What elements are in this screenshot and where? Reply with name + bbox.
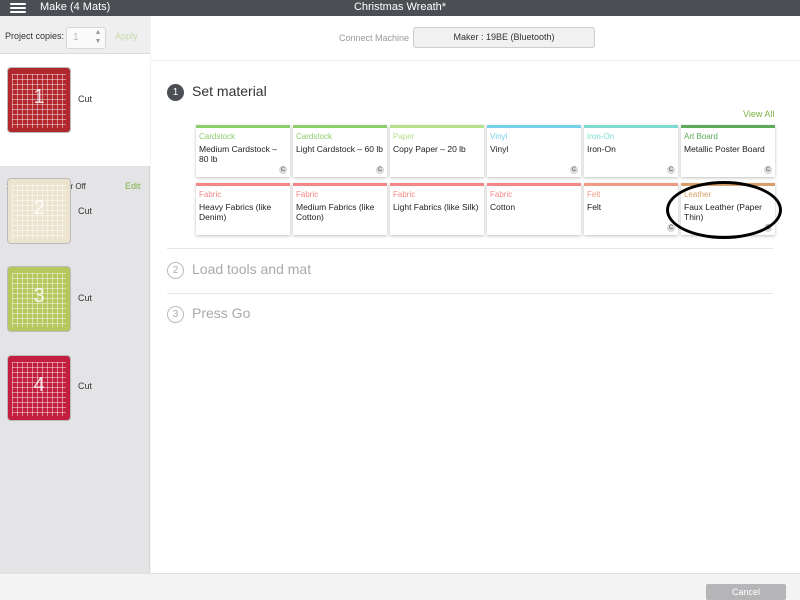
- material-name: Vinyl: [490, 144, 509, 154]
- material-tile[interactable]: Art Board Metallic Poster Board C: [681, 125, 775, 177]
- material-tile[interactable]: Iron-On Iron-On C: [584, 125, 678, 177]
- material-name: Copy Paper – 20 lb: [393, 144, 466, 154]
- stepper-down-icon[interactable]: ▼: [93, 37, 103, 46]
- mat-thumbnail-1[interactable]: 1: [8, 68, 70, 132]
- material-category: Leather: [684, 190, 712, 199]
- material-name: Faux Leather (Paper Thin): [684, 202, 762, 222]
- material-category: Art Board: [684, 132, 718, 141]
- main-panel: Connect Machine Maker : 19BE (Bluetooth)…: [151, 16, 800, 573]
- mat-thumbnail-4[interactable]: 4: [8, 356, 70, 420]
- material-category: Fabric: [296, 190, 319, 199]
- mat-cut-label: Cut: [78, 206, 93, 216]
- material-tile[interactable]: Fabric Cotton: [487, 183, 581, 235]
- mat-sidebar: Project copies: 1 ▲ ▼ Apply 1 Cut 12 x 1…: [0, 16, 150, 573]
- mat-cut-label: Cut: [78, 381, 93, 391]
- material-name: Felt: [587, 202, 602, 212]
- bottom-bar: Cancel: [0, 573, 800, 600]
- top-bar: Make (4 Mats) Christmas Wreath*: [0, 0, 800, 16]
- divider: [167, 248, 773, 249]
- project-title: Christmas Wreath*: [353, 1, 447, 13]
- view-all-materials-link[interactable]: View All: [743, 109, 774, 119]
- mat-cut-label: Cut: [78, 94, 93, 104]
- machine-select-button[interactable]: Maker : 19BE (Bluetooth): [413, 27, 595, 48]
- material-tile[interactable]: Cardstock Light Cardstock – 60 lb C: [293, 125, 387, 177]
- cricut-badge-icon: C: [376, 166, 384, 174]
- cricut-badge-icon: C: [279, 166, 287, 174]
- material-category: Iron-On: [587, 132, 615, 141]
- mat-item-1-selected[interactable]: 1 Cut 12 x 12 Mat; Mirror Off Edit: [0, 54, 150, 191]
- material-category: Fabric: [199, 190, 222, 199]
- material-name: Light Cardstock – 60 lb: [296, 144, 383, 154]
- step-label: Set material: [192, 83, 267, 99]
- cricut-badge-icon: C: [764, 166, 772, 174]
- material-tile[interactable]: Fabric Light Fabrics (like Silk): [390, 183, 484, 235]
- make-title: Make (4 Mats): [40, 1, 111, 13]
- material-tile[interactable]: Vinyl Vinyl C: [487, 125, 581, 177]
- material-category: Cardstock: [199, 132, 236, 141]
- material-name: Light Fabrics (like Silk): [393, 202, 479, 212]
- mat-number: 3: [33, 285, 45, 307]
- cancel-button[interactable]: Cancel: [706, 584, 786, 600]
- step-label: Load tools and mat: [192, 261, 312, 277]
- material-name: Cotton: [490, 202, 516, 212]
- divider: [167, 293, 773, 294]
- step-label: Press Go: [192, 305, 251, 321]
- connect-machine-row: Connect Machine Maker : 19BE (Bluetooth): [151, 16, 800, 61]
- mat-cut-label: Cut: [78, 293, 93, 303]
- mat-number: 4: [33, 374, 45, 396]
- material-tile[interactable]: Paper Copy Paper – 20 lb: [390, 125, 484, 177]
- material-tile[interactable]: Leather Faux Leather (Paper Thin) C: [681, 183, 775, 235]
- material-tile[interactable]: Fabric Medium Fabrics (like Cotton): [293, 183, 387, 235]
- step-number-badge: 2: [167, 262, 184, 279]
- material-tile[interactable]: Cardstock Medium Cardstock – 80 lb C: [196, 125, 290, 177]
- material-name: Medium Cardstock – 80 lb: [199, 144, 277, 164]
- material-category: Paper: [393, 132, 415, 141]
- hamburger-menu-icon[interactable]: [10, 1, 26, 14]
- material-category: Felt: [587, 190, 601, 199]
- project-copies-label: Project copies:: [5, 31, 65, 41]
- mat-number: 1: [33, 86, 45, 108]
- material-tile[interactable]: Felt Felt C: [584, 183, 678, 235]
- cricut-badge-icon: C: [667, 224, 675, 232]
- step-number-badge: 3: [167, 306, 184, 323]
- material-category: Vinyl: [490, 132, 508, 141]
- material-name: Iron-On: [587, 144, 616, 154]
- copies-stepper[interactable]: ▲ ▼: [93, 28, 103, 48]
- material-category: Cardstock: [296, 132, 333, 141]
- cricut-badge-icon: C: [667, 166, 675, 174]
- material-category: Fabric: [393, 190, 416, 199]
- project-copies-row: Project copies: 1 ▲ ▼ Apply: [0, 16, 150, 54]
- edit-mat-link[interactable]: Edit: [125, 181, 141, 191]
- mat-number: 2: [33, 197, 45, 219]
- material-name: Medium Fabrics (like Cotton): [296, 202, 375, 222]
- mat-thumbnail-3[interactable]: 3: [8, 267, 70, 331]
- connect-machine-label: Connect Machine: [339, 33, 410, 43]
- step-number-badge: 1: [167, 84, 184, 101]
- stepper-up-icon[interactable]: ▲: [93, 28, 103, 37]
- material-category: Fabric: [490, 190, 513, 199]
- cricut-badge-icon: C: [764, 224, 772, 232]
- apply-button[interactable]: Apply: [115, 31, 138, 41]
- material-name: Metallic Poster Board: [684, 144, 765, 154]
- mat-thumbnail-2[interactable]: 2: [8, 179, 70, 243]
- material-name: Heavy Fabrics (like Denim): [199, 202, 272, 222]
- material-tile[interactable]: Fabric Heavy Fabrics (like Denim): [196, 183, 290, 235]
- cricut-badge-icon: C: [570, 166, 578, 174]
